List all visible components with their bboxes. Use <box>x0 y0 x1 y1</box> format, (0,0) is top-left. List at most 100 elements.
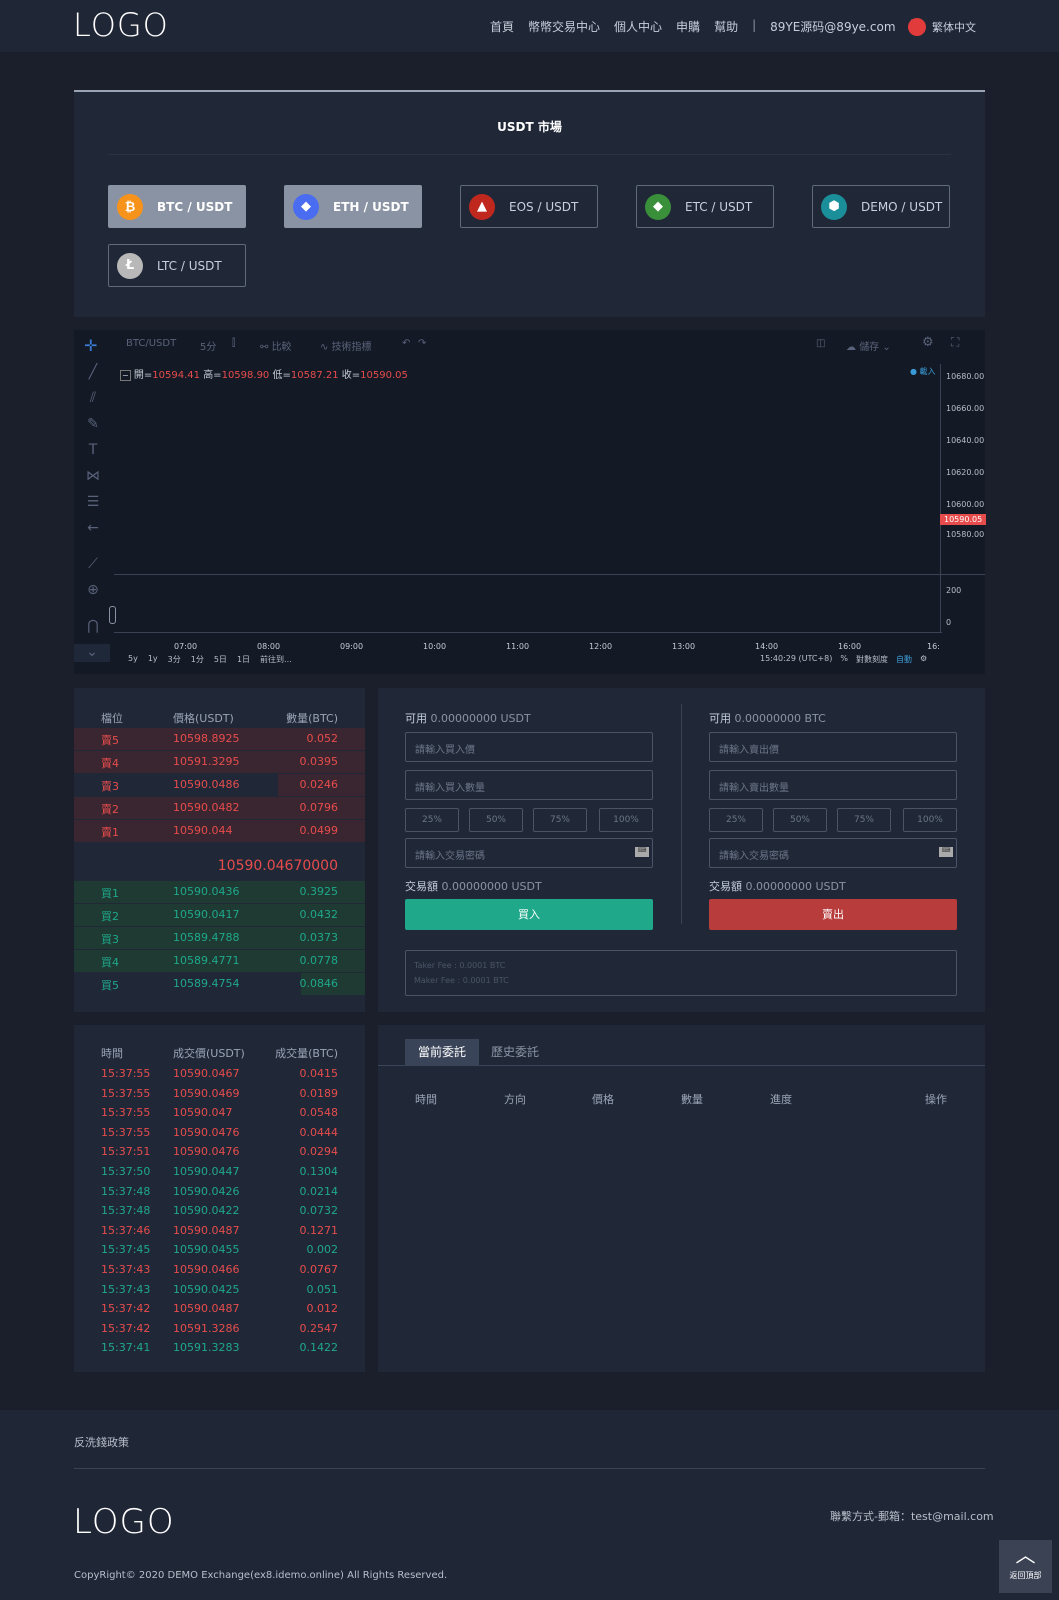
fib-icon[interactable]: ⫽ <box>84 390 102 408</box>
legend-toggle-icon[interactable]: − <box>120 370 131 381</box>
tab-current-orders[interactable]: 當前委託 <box>405 1039 479 1065</box>
orderbook-row[interactable]: 賣4 10591.3295 0.0395 <box>74 751 365 773</box>
buy-price-input[interactable]: 請輸入買入價 <box>405 732 653 762</box>
orderbook-row[interactable]: 買3 10589.4788 0.0373 <box>74 927 365 949</box>
main-nav: 首頁 幣幣交易中心 個人中心 申購 幫助 | 89YE源码@89ye.com | <box>490 18 914 35</box>
price-chart[interactable]: ✛ BTC/USDT 5分 ⫿ ⚯ 比較 ∿ 技術指標 ↶ ↷ ◫ ☁ 儲存 ⌄… <box>74 330 987 674</box>
collapse-icon[interactable]: ⌄ <box>74 644 110 662</box>
orderbook-row[interactable]: 買4 10589.4771 0.0778 <box>74 950 365 972</box>
save-button[interactable]: ☁ 儲存 ⌄ <box>846 338 891 353</box>
tab-history-orders[interactable]: 歷史委託 <box>491 1039 539 1065</box>
language-switcher[interactable]: 繁体中文 <box>908 18 976 36</box>
range-5d[interactable]: 5日 <box>214 654 227 665</box>
nav-trade-center[interactable]: 幣幣交易中心 <box>528 18 600 35</box>
y-tick: 10680.00 <box>946 372 985 381</box>
fullscreen-icon[interactable]: ⛶ <box>951 335 959 350</box>
goto-date[interactable]: 前往到... <box>260 654 292 665</box>
buy-pct-100[interactable]: 100% <box>599 808 653 832</box>
market-pair-3[interactable]: ◆ ETC / USDT <box>636 185 774 228</box>
chart-settings-icon[interactable]: ⚙ <box>920 654 927 665</box>
range-5y[interactable]: 5y <box>128 654 138 665</box>
arrow-left-icon[interactable]: ← <box>84 520 102 538</box>
sell-button[interactable]: 賣出 <box>709 899 957 930</box>
ruler-icon[interactable]: ⟋ <box>84 556 102 574</box>
orderbook-row[interactable]: 賣5 10598.8925 0.052 <box>74 728 365 750</box>
zoom-in-icon[interactable]: ⊕ <box>84 582 102 600</box>
range-3m[interactable]: 3分 <box>168 654 181 665</box>
buy-password-input[interactable]: 請輸入交易密碼 ⌨ <box>405 838 653 868</box>
orderbook-row[interactable]: 賣1 10590.044 0.0499 <box>74 820 365 842</box>
compare-button[interactable]: ⚯ 比較 <box>260 338 292 353</box>
nav-user-email[interactable]: 89YE源码@89ye.com <box>770 18 895 35</box>
header-logo[interactable]: LOGO <box>73 6 169 44</box>
nav-subscribe[interactable]: 申購 <box>676 18 700 35</box>
y-tick: 10640.00 <box>946 436 985 445</box>
back-to-top-button[interactable]: ︿ 返回頂部 <box>999 1540 1052 1593</box>
buy-amount-input[interactable]: 請輸入買入數量 <box>405 770 653 800</box>
total-value: 0.00000000 USDT <box>745 880 846 893</box>
undo-icon[interactable]: ↶ <box>402 338 410 349</box>
level-label: 賣1 <box>101 826 119 839</box>
trade-time: 15:37:45 <box>101 1243 151 1257</box>
orderbook-row[interactable]: 買2 10590.0417 0.0432 <box>74 904 365 926</box>
indicators-button[interactable]: ∿ 技術指標 <box>320 338 372 353</box>
range-1d[interactable]: 1日 <box>237 654 250 665</box>
sell-amount-input[interactable]: 請輸入賣出數量 <box>709 770 957 800</box>
interval-select[interactable]: 5分 <box>200 338 216 353</box>
buy-pct-50[interactable]: 50% <box>469 808 523 832</box>
sell-pct-25[interactable]: 25% <box>709 808 763 832</box>
sell-pct-100[interactable]: 100% <box>903 808 957 832</box>
sell-pct-50[interactable]: 50% <box>773 808 827 832</box>
market-pair-0[interactable]: ₿ BTC / USDT <box>108 185 246 228</box>
keyboard-icon[interactable]: ⌨ <box>939 847 953 857</box>
sell-password-input[interactable]: 請輸入交易密碼 ⌨ <box>709 838 957 868</box>
market-pair-1[interactable]: ◆ ETH / USDT <box>284 185 422 228</box>
redo-icon[interactable]: ↷ <box>418 338 426 349</box>
password-placeholder: 請輸入交易密碼 <box>415 851 485 862</box>
log-scale-toggle[interactable]: 對數刻度 <box>856 654 888 665</box>
crosshair-icon[interactable]: ✛ <box>84 336 97 355</box>
nav-help[interactable]: 幫助 <box>714 18 738 35</box>
orderbook-row[interactable]: 賣3 10590.0486 0.0246 <box>74 774 365 796</box>
trade-time: 15:37:41 <box>101 1341 151 1355</box>
nav-user-center[interactable]: 個人中心 <box>614 18 662 35</box>
auto-scale-toggle[interactable]: 自動 <box>896 654 912 665</box>
trade-price: 10590.047 <box>173 1106 233 1120</box>
magnet-icon[interactable]: ⋂ <box>84 618 102 636</box>
trade-amount: 0.051 <box>306 1282 339 1296</box>
nav-home[interactable]: 首頁 <box>490 18 514 35</box>
sell-price-input[interactable]: 請輸入賣出價 <box>709 732 957 762</box>
trend-line-icon[interactable]: ╱ <box>84 364 102 382</box>
camera-icon[interactable]: ◫ <box>816 338 825 349</box>
prediction-icon[interactable]: ☰ <box>84 494 102 512</box>
range-1y[interactable]: 1y <box>148 654 158 665</box>
sell-pct-75[interactable]: 75% <box>837 808 891 832</box>
text-icon[interactable]: T <box>84 442 102 460</box>
price-value: 10590.0482 <box>173 801 240 814</box>
buy-pct-75[interactable]: 75% <box>533 808 587 832</box>
amount-value: 0.3925 <box>299 885 339 898</box>
aml-policy-link[interactable]: 反洗錢政策 <box>74 1434 129 1450</box>
market-pair-4[interactable]: ⬢ DEMO / USDT <box>812 185 950 228</box>
x-tick: 16: <box>927 642 940 651</box>
settings-icon[interactable]: ⚙ <box>922 335 934 350</box>
trade-price: 10590.0426 <box>173 1184 240 1198</box>
keyboard-icon[interactable]: ⌨ <box>635 847 649 857</box>
orderbook-row[interactable]: 賣2 10590.0482 0.0796 <box>74 797 365 819</box>
range-1m[interactable]: 1分 <box>191 654 204 665</box>
chart-symbol[interactable]: BTC/USDT <box>126 338 176 349</box>
buy-pct-25[interactable]: 25% <box>405 808 459 832</box>
market-pair-2[interactable]: ▲ EOS / USDT <box>460 185 598 228</box>
market-pair-5[interactable]: Ł LTC / USDT <box>108 244 246 287</box>
percent-toggle[interactable]: % <box>840 654 848 665</box>
high-value: 10598.90 <box>221 370 270 381</box>
copyright: CopyRight© 2020 DEMO Exchange(ex8.idemo.… <box>74 1570 448 1581</box>
candle-type-icon[interactable]: ⫿ <box>232 338 235 349</box>
scroll-handle[interactable] <box>109 606 116 624</box>
orderbook-row[interactable]: 買1 10590.0436 0.3925 <box>74 881 365 903</box>
buy-button[interactable]: 買入 <box>405 899 653 930</box>
trade-price: 10590.0469 <box>173 1086 240 1100</box>
pattern-icon[interactable]: ⋈ <box>84 468 102 486</box>
orderbook-row[interactable]: 買5 10589.4754 0.0846 <box>74 973 365 995</box>
brush-icon[interactable]: ✎ <box>84 416 102 434</box>
